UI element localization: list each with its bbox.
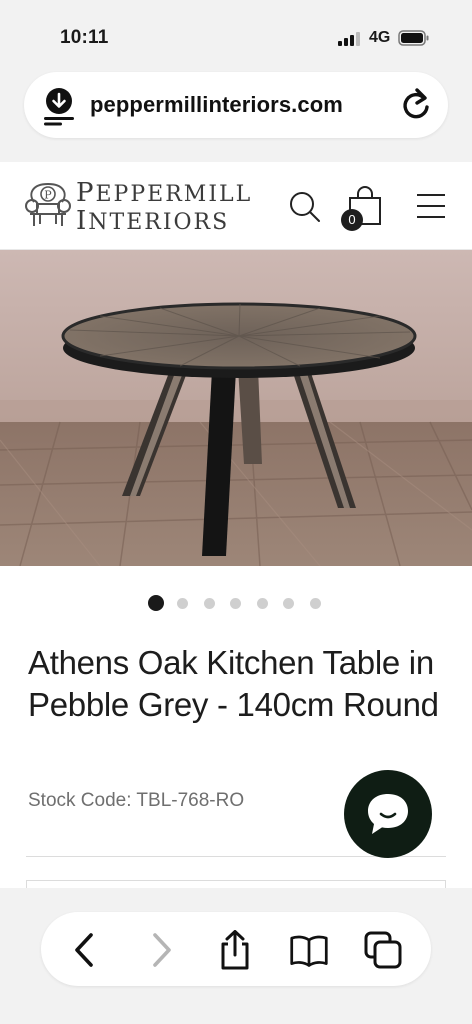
carousel-dot[interactable] (203, 598, 215, 609)
bookmarks-icon[interactable] (289, 930, 329, 970)
toolbar-pill (41, 912, 431, 986)
product-title: Athens Oak Kitchen Table in Pebble Grey … (28, 644, 439, 723)
chat-button[interactable] (344, 770, 432, 858)
site-logo[interactable]: PEPPERMILL INTERIORS (76, 180, 252, 236)
browser-url-area: peppermillinteriors.com (0, 62, 472, 162)
status-time: 10:11 (60, 27, 109, 48)
carousel-dot[interactable] (309, 598, 321, 609)
carousel-dot[interactable] (148, 595, 164, 611)
reload-icon[interactable] (400, 88, 432, 122)
battery-icon (398, 30, 429, 46)
carousel-dot[interactable] (177, 598, 188, 609)
download-icon[interactable] (42, 86, 76, 126)
hamburger-menu-icon[interactable] (416, 192, 446, 220)
logo-cap-i: I (76, 206, 89, 236)
tabs-icon[interactable] (363, 930, 403, 970)
carousel-dot[interactable] (256, 598, 268, 609)
armchair-logo-icon[interactable]: P (24, 180, 72, 230)
cart-count-badge: 0 (341, 209, 363, 231)
network-label: 4G (369, 29, 391, 46)
logo-cap-p: P (76, 178, 96, 208)
round-table-photo (0, 250, 472, 566)
back-icon[interactable] (65, 930, 105, 970)
logo-mark-letter: P (44, 189, 52, 202)
carousel-dots (0, 595, 472, 611)
url-text[interactable]: peppermillinteriors.com (90, 92, 343, 118)
address-bar[interactable]: peppermillinteriors.com (24, 72, 448, 138)
status-bar: 10:11 4G (0, 0, 472, 62)
carousel-dot[interactable] (283, 598, 294, 609)
forward-icon[interactable] (141, 930, 181, 970)
share-icon[interactable] (215, 930, 255, 970)
search-icon[interactable] (288, 190, 322, 224)
browser-bottom-toolbar (0, 888, 472, 1024)
logo-line-2: NTERIORS (88, 210, 230, 235)
site-header: P PEPPERMILL INTERIORS 0 (0, 162, 472, 250)
product-image[interactable] (0, 250, 472, 566)
stock-code: Stock Code: TBL-768-RO (28, 790, 245, 811)
carousel-dot[interactable] (230, 598, 241, 609)
chat-bubble-icon (368, 794, 408, 834)
logo-line-1: EPPERMILL (95, 182, 253, 207)
signal-icon (338, 32, 362, 46)
